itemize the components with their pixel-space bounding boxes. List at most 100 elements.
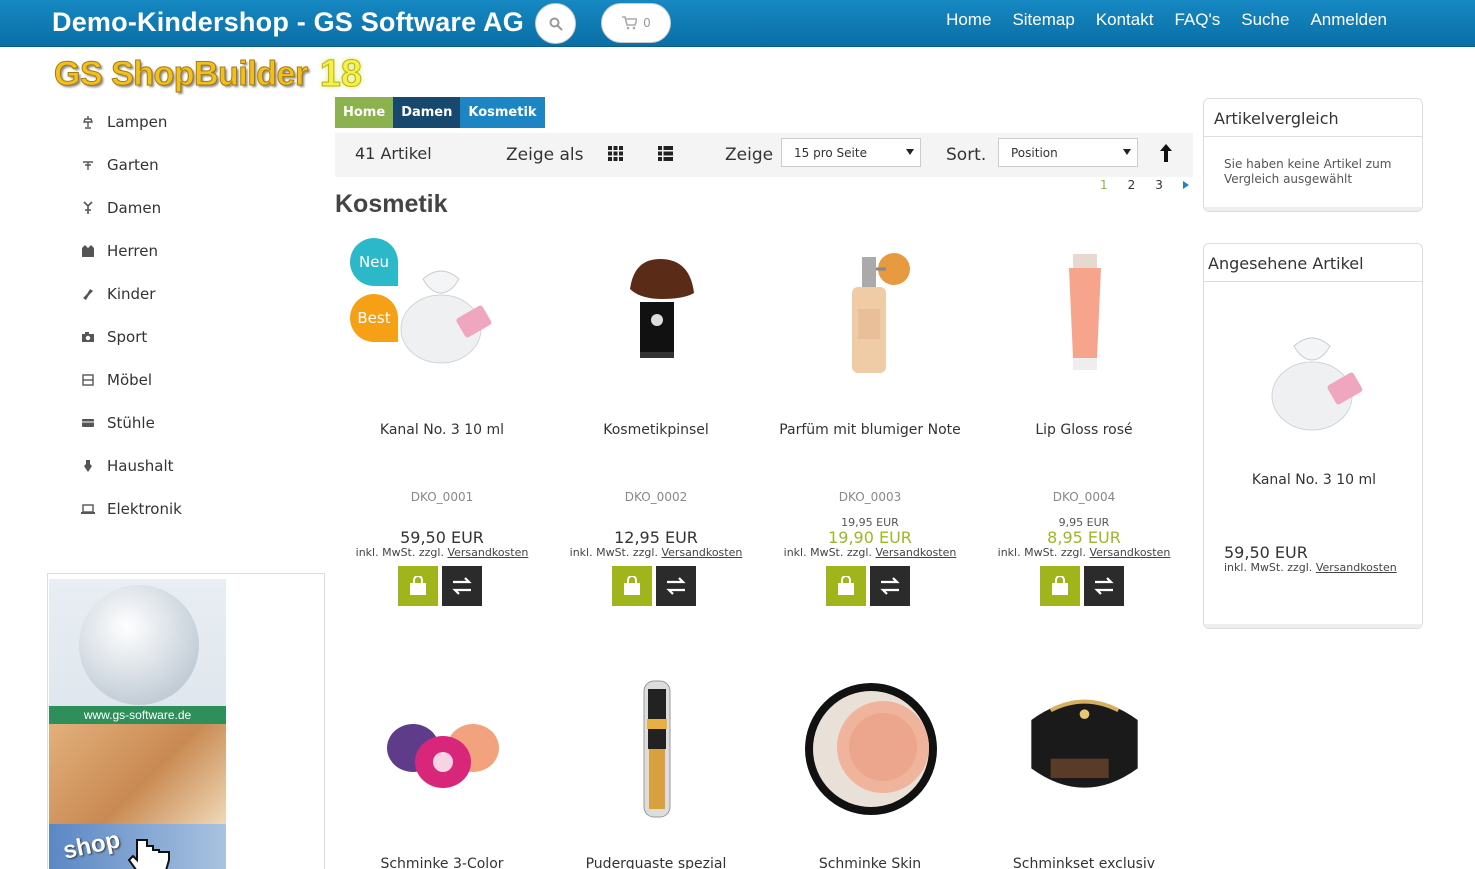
- furniture-icon: [80, 372, 95, 387]
- sidebar-item-kinder[interactable]: Kinder: [80, 272, 310, 315]
- cart-button[interactable]: 0: [601, 3, 671, 43]
- product-sku: DKO_0003: [838, 490, 902, 504]
- shipping-link[interactable]: Versandkosten: [1316, 561, 1397, 574]
- lamp-icon: [80, 114, 95, 129]
- nav-anmelden[interactable]: Anmelden: [1310, 10, 1387, 30]
- globe-icon: [79, 585, 199, 705]
- viewed-product-price: 59,50 EUR: [1224, 543, 1308, 562]
- sidebar-item-damen[interactable]: Damen: [80, 186, 310, 229]
- product-name[interactable]: Lip Gloss rosé: [977, 422, 1191, 438]
- sidebar-item-lampen[interactable]: Lampen: [80, 100, 310, 143]
- product-tax-note: inkl. MwSt. zzgl. Versandkosten: [997, 546, 1171, 559]
- list-view-icon[interactable]: [658, 146, 673, 165]
- shopping-bag-icon: [410, 576, 426, 595]
- search-button[interactable]: [535, 3, 576, 44]
- shipping-link[interactable]: Versandkosten: [661, 546, 742, 559]
- sidebar-item-label: Herren: [107, 241, 158, 260]
- sidebar-item-label: Damen: [107, 198, 162, 217]
- product-sku: DKO_0002: [624, 490, 688, 504]
- nav-kontakt[interactable]: Kontakt: [1096, 10, 1154, 30]
- chevron-down-icon: [1123, 149, 1131, 155]
- per-page-value: 15 pro Seite: [794, 146, 867, 160]
- compare-arrows-icon: [452, 577, 472, 595]
- product-name[interactable]: Schminkset exclusiv: [977, 856, 1191, 869]
- next-page-icon[interactable]: [1182, 178, 1189, 192]
- viewed-product-name[interactable]: Kanal No. 3 10 ml: [1204, 472, 1424, 488]
- shopping-bag-icon: [624, 576, 640, 595]
- shipping-link[interactable]: Versandkosten: [875, 546, 956, 559]
- product-image[interactable]: [370, 676, 515, 821]
- breadcrumb-home[interactable]: Home: [335, 97, 394, 128]
- per-page-select[interactable]: 15 pro Seite: [781, 138, 921, 167]
- add-to-cart-button[interactable]: [398, 566, 438, 606]
- product-name[interactable]: Kosmetikpinsel: [549, 422, 763, 438]
- product-image[interactable]: [798, 236, 943, 381]
- compare-arrows-icon: [1094, 577, 1114, 595]
- compare-button[interactable]: [1084, 566, 1124, 606]
- compare-button[interactable]: [656, 566, 696, 606]
- shopping-bag-icon: [838, 576, 854, 595]
- product-image[interactable]: [584, 236, 729, 381]
- sort-direction-icon[interactable]: [1159, 143, 1173, 167]
- page-2[interactable]: 2: [1128, 178, 1136, 192]
- female-icon: [80, 200, 95, 215]
- garden-icon: [80, 157, 95, 172]
- sidebar-item-sport[interactable]: Sport: [80, 315, 310, 358]
- breadcrumb-kosmetik[interactable]: Kosmetik: [460, 97, 545, 128]
- gs-software-banner[interactable]: www.gs-software.de shop: [49, 579, 226, 869]
- product-tax-note: inkl. MwSt. zzgl. Versandkosten: [569, 546, 743, 559]
- product-name[interactable]: Schminke Skin: [763, 856, 977, 869]
- product-name[interactable]: Schminke 3-Color: [335, 856, 549, 869]
- add-to-cart-button[interactable]: [1040, 566, 1080, 606]
- viewed-box: Angesehene Artikel Kanal No. 3 10 ml 59,…: [1203, 243, 1423, 629]
- page-3[interactable]: 3: [1155, 178, 1163, 192]
- grid-view-icon[interactable]: [608, 146, 623, 165]
- page-1[interactable]: 1: [1100, 178, 1108, 192]
- product-image[interactable]: [1012, 676, 1157, 821]
- nav-sitemap[interactable]: Sitemap: [1012, 10, 1074, 30]
- badge-best: Best: [350, 294, 398, 342]
- product-sku: DKO_0001: [410, 490, 474, 504]
- product-card: Schminkset exclusiv: [977, 676, 1191, 869]
- product-name[interactable]: Parfüm mit blumiger Note: [763, 422, 977, 438]
- add-to-cart-button[interactable]: [826, 566, 866, 606]
- sidebar-item-garten[interactable]: Garten: [80, 143, 310, 186]
- shop-title[interactable]: Demo-Kindershop - GS Software AG: [52, 7, 524, 38]
- compare-button[interactable]: [442, 566, 482, 606]
- search-icon: [549, 17, 563, 31]
- sidebar-item-label: Stühle: [107, 413, 155, 432]
- sidebar-item-haushalt[interactable]: Haushalt: [80, 444, 310, 487]
- product-name[interactable]: Puderquaste spezial: [549, 856, 763, 869]
- add-to-cart-button[interactable]: [612, 566, 652, 606]
- compare-box-text: Sie haben keine Artikel zum Vergleich au…: [1224, 157, 1392, 186]
- product-toolbar: 41 Artikel Zeige als Zeige 15 pro Seite …: [335, 133, 1193, 177]
- sidebar-item-herren[interactable]: Herren: [80, 229, 310, 272]
- pagination: 1 2 3: [1100, 178, 1189, 192]
- product-card: Lip Gloss rosé DKO_0004 9,95 EUR 8,95 EU…: [977, 236, 1191, 626]
- shop-logo[interactable]: GS ShopBuilder 18: [54, 52, 363, 96]
- compare-button[interactable]: [870, 566, 910, 606]
- product-sku: DKO_0004: [1052, 490, 1116, 504]
- sidebar-item-elektronik[interactable]: Elektronik: [80, 487, 310, 530]
- compare-arrows-icon: [880, 577, 900, 595]
- product-name[interactable]: Kanal No. 3 10 ml: [335, 422, 549, 438]
- viewed-product-image[interactable]: [1241, 306, 1386, 446]
- banner-photo: [49, 724, 226, 824]
- shipping-link[interactable]: Versandkosten: [1089, 546, 1170, 559]
- shipping-link[interactable]: Versandkosten: [447, 546, 528, 559]
- product-image[interactable]: [584, 676, 729, 821]
- breadcrumb: Home Damen Kosmetik: [335, 97, 545, 128]
- sidebar-item-stuehle[interactable]: Stühle: [80, 401, 310, 444]
- nav-home[interactable]: Home: [946, 10, 991, 30]
- sort-select[interactable]: Position: [998, 138, 1138, 167]
- hand-pointer-icon: [127, 839, 170, 869]
- nav-faq[interactable]: FAQ's: [1174, 10, 1220, 30]
- breadcrumb-damen[interactable]: Damen: [393, 97, 461, 128]
- nav-suche[interactable]: Suche: [1241, 10, 1289, 30]
- product-image[interactable]: [798, 676, 943, 821]
- product-image[interactable]: [1012, 236, 1157, 381]
- sidebar-item-moebel[interactable]: Möbel: [80, 358, 310, 401]
- sidebar-item-label: Möbel: [107, 370, 153, 389]
- product-card: Puderquaste spezial: [549, 676, 763, 869]
- banner-url: www.gs-software.de: [49, 706, 226, 724]
